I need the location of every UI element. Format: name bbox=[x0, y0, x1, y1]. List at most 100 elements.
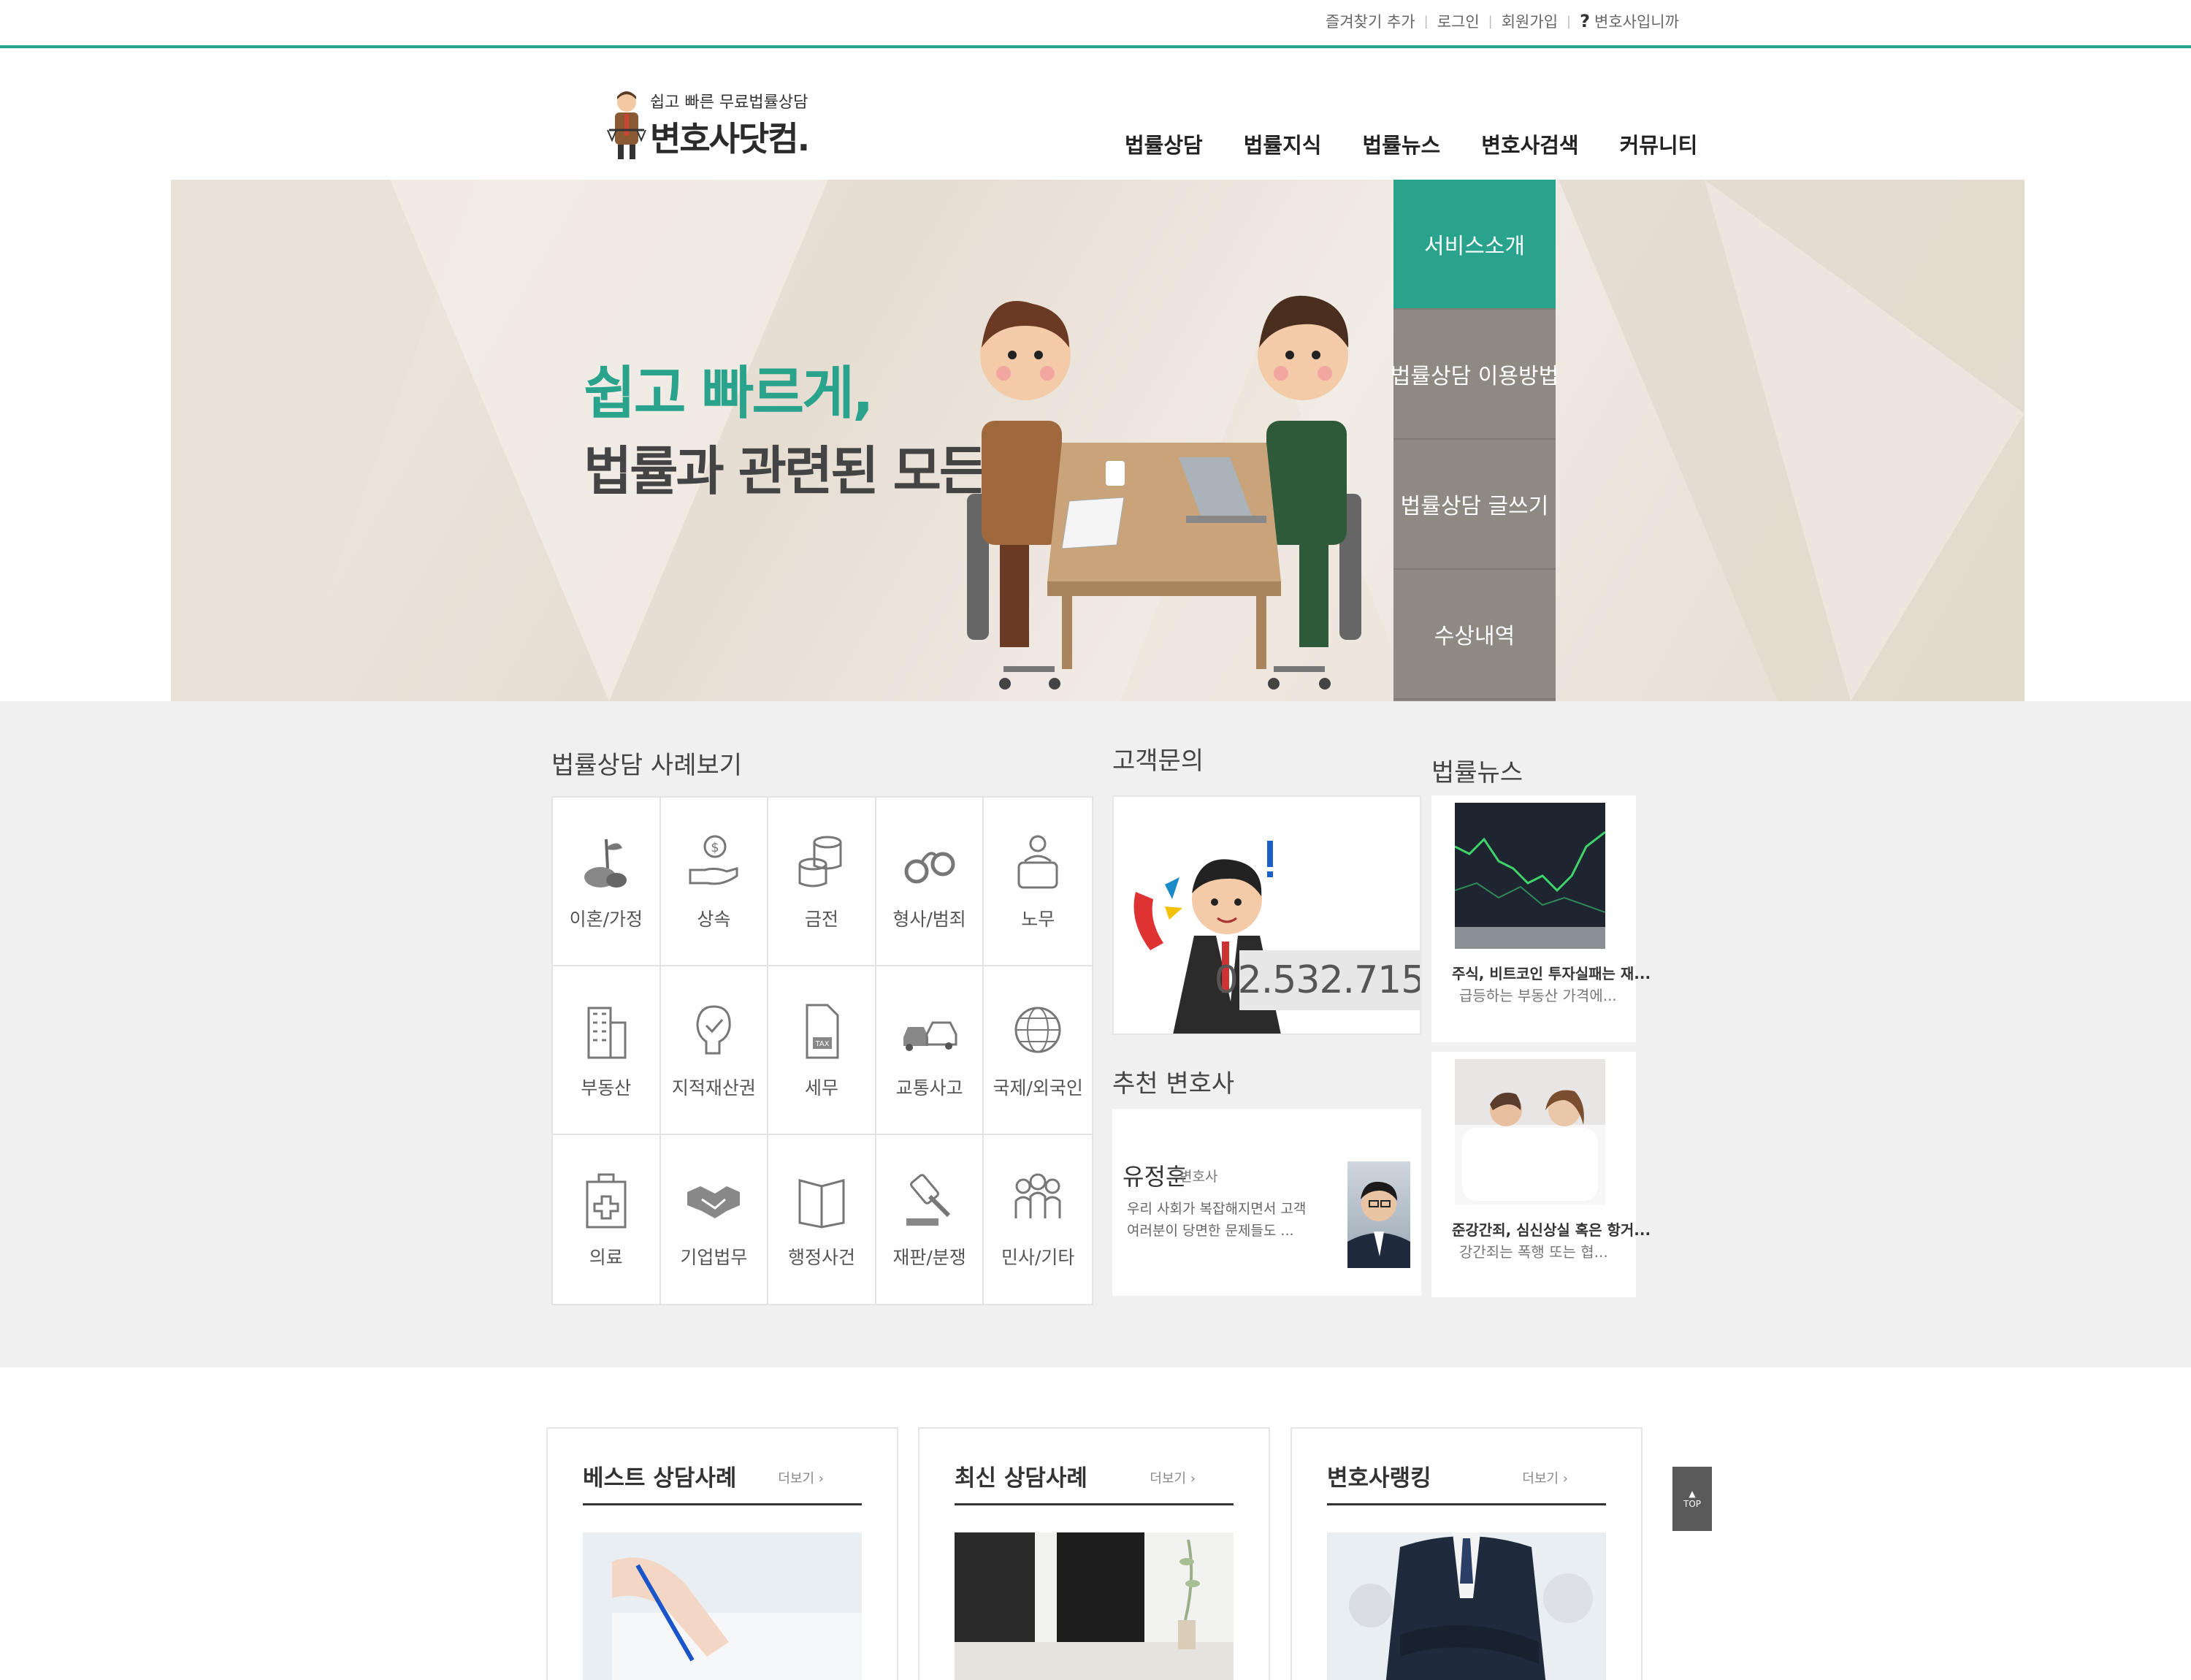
category-civil[interactable]: 민사/기타 bbox=[984, 1135, 1092, 1304]
top-label: TOP bbox=[1683, 1499, 1701, 1509]
handcuffs-icon bbox=[904, 851, 955, 883]
bookmark-link[interactable]: 즐겨찾기 추가 bbox=[1326, 10, 1415, 32]
nav-lawyer-search[interactable]: 변호사검색 bbox=[1481, 129, 1578, 159]
car-crash-icon bbox=[903, 1021, 957, 1051]
menu-awards[interactable]: 수상내역 bbox=[1393, 570, 1556, 700]
signup-link[interactable]: 회원가입 bbox=[1502, 10, 1558, 32]
news-snippet: 급등하는 부동산 가격에... bbox=[1459, 987, 1617, 1004]
category-international[interactable]: 국제/외국인 bbox=[984, 966, 1092, 1135]
nav-community[interactable]: 커뮤니티 bbox=[1620, 129, 1698, 159]
category-ip[interactable]: 지적재산권 bbox=[660, 966, 769, 1135]
category-label: 기업법무 bbox=[680, 1246, 748, 1268]
svg-text:$: $ bbox=[711, 840, 719, 855]
medical-icon bbox=[586, 1173, 627, 1228]
card-image[interactable] bbox=[1327, 1532, 1606, 1680]
tax-icon: TAX bbox=[806, 1004, 839, 1058]
news-headline: 준강간죄, 심신상실 혹은 항거... bbox=[1452, 1221, 1651, 1239]
category-divorce[interactable]: 이혼/가정 bbox=[553, 798, 661, 966]
category-label: 국제/외국인 bbox=[993, 1077, 1083, 1099]
divider bbox=[955, 1503, 1234, 1505]
news-title: 법률뉴스 bbox=[1431, 758, 1523, 787]
arrow-up-icon: ▲ bbox=[1689, 1489, 1696, 1499]
more-link[interactable]: 더보기 › bbox=[778, 1468, 824, 1487]
book-icon bbox=[798, 1178, 845, 1229]
news-item[interactable]: 주식, 비트코인 투자실패는 재... 급등하는 부동산 가격에... bbox=[1431, 795, 1651, 1042]
category-corporate[interactable]: 기업법무 bbox=[661, 1135, 769, 1304]
category-administrative[interactable]: 행정사건 bbox=[768, 1135, 876, 1304]
best-cases-card: 베스트 상담사례 더보기 › bbox=[546, 1427, 898, 1680]
lawyer-link[interactable]: 변호사입니까 bbox=[1594, 10, 1679, 32]
category-label: 부동산 bbox=[581, 1077, 632, 1099]
stock-chart-image bbox=[1455, 803, 1605, 949]
idea-icon bbox=[696, 1004, 731, 1054]
category-label: 재판/분쟁 bbox=[892, 1246, 966, 1268]
category-traffic[interactable]: 교통사고 bbox=[876, 966, 984, 1135]
card-title: 베스트 상담사례 bbox=[583, 1465, 737, 1492]
lawyer-role: 변호사 bbox=[1179, 1169, 1218, 1185]
divider: | bbox=[1488, 13, 1493, 29]
category-inheritance[interactable]: $ 상속 bbox=[660, 798, 769, 966]
nav-legal-consult[interactable]: 법률상담 bbox=[1125, 129, 1203, 159]
category-litigation[interactable]: 재판/분쟁 bbox=[876, 1135, 984, 1304]
card-image[interactable] bbox=[583, 1532, 862, 1680]
nav-legal-news[interactable]: 법률뉴스 bbox=[1362, 129, 1440, 159]
utility-bar: 즐겨찾기 추가 | 로그인 | 회원가입 | ? 변호사입니까 bbox=[0, 0, 2191, 48]
lawyer-description: 우리 사회가 복잡해지면서 고객 여러분이 당면한 문제들도 ... bbox=[1127, 1201, 1307, 1239]
lawyer-mascot-icon bbox=[607, 91, 646, 159]
category-label: 이혼/가정 bbox=[569, 908, 643, 930]
lawyer-photo bbox=[1347, 1161, 1410, 1268]
category-tax[interactable]: TAX 세무 bbox=[768, 966, 876, 1135]
inquiry-title: 고객문의 bbox=[1112, 747, 1204, 776]
menu-how-to-use[interactable]: 법률상담 이용방법 bbox=[1391, 310, 1559, 440]
category-medical[interactable]: 의료 bbox=[553, 1135, 661, 1304]
writing-hand-image bbox=[583, 1532, 862, 1680]
logo-tagline: 쉽고 빠른 무료법률상담 bbox=[650, 93, 808, 112]
category-real-estate[interactable]: 부동산 bbox=[553, 966, 661, 1135]
category-label: 형사/범죄 bbox=[892, 908, 966, 930]
consultation-illustration bbox=[967, 295, 1361, 690]
utility-links: 즐겨찾기 추가 | 로그인 | 회원가입 | ? 변호사입니까 bbox=[1326, 10, 1679, 32]
inheritance-icon: $ bbox=[689, 835, 738, 885]
category-label: 민사/기타 bbox=[1001, 1246, 1075, 1268]
category-label: 의료 bbox=[589, 1246, 623, 1268]
menu-write-consult[interactable]: 법률상담 글쓰기 bbox=[1393, 440, 1556, 570]
divider: | bbox=[1423, 13, 1429, 29]
scroll-top-button[interactable]: ▲ TOP bbox=[1672, 1467, 1712, 1531]
lawyer-ranking-card: 변호사랭킹 더보기 › bbox=[1290, 1427, 1643, 1680]
news-thumbnail bbox=[1455, 803, 1605, 949]
case-category-grid: 이혼/가정 $ 상속 금전 형사/범죄 노무 부동산 지적재산권 TAX 세무 … bbox=[551, 796, 1093, 1305]
category-label: 노무 bbox=[1021, 908, 1055, 930]
card-title: 최신 상담사례 bbox=[955, 1465, 1087, 1492]
latest-cases-card: 최신 상담사례 더보기 › bbox=[918, 1427, 1270, 1680]
menu-service-intro[interactable]: 서비스소개 bbox=[1393, 180, 1556, 310]
category-label: 지적재산권 bbox=[671, 1077, 756, 1099]
more-link[interactable]: 더보기 › bbox=[1150, 1468, 1196, 1487]
news-headline: 주식, 비트코인 투자실패는 재... bbox=[1452, 965, 1651, 982]
category-labor[interactable]: 노무 bbox=[984, 798, 1092, 966]
divider bbox=[583, 1503, 862, 1505]
more-link[interactable]: 더보기 › bbox=[1522, 1468, 1568, 1487]
building-icon bbox=[587, 1007, 627, 1058]
category-money[interactable]: 금전 bbox=[768, 798, 876, 966]
customer-inquiry-box[interactable]: 02.532.7151 bbox=[1112, 795, 1421, 1035]
site-logo[interactable]: 쉽고 빠른 무료법률상담 변호사닷컴. bbox=[606, 86, 810, 167]
divider bbox=[1327, 1503, 1606, 1505]
news-item[interactable]: 준강간죄, 심신상실 혹은 항거... 강간죄는 폭행 또는 협... bbox=[1431, 1052, 1651, 1297]
recommended-title: 추천 변호사 bbox=[1112, 1069, 1235, 1099]
office-desk-image bbox=[955, 1532, 1234, 1680]
logo-name: 변호사닷컴. bbox=[650, 119, 810, 159]
recommended-lawyer-card[interactable]: 유정훈 변호사 우리 사회가 복잡해지면서 고객 여러분이 당면한 문제들도 .… bbox=[1112, 1109, 1421, 1296]
phone-number[interactable]: 02.532.7151 bbox=[1215, 950, 1420, 1010]
hero-banner: 쉽고 빠르게, 법률과 관련된 모든것 서비스소개 법률상담 이용방법 법률상담… bbox=[171, 180, 2024, 701]
news-snippet: 강간죄는 폭행 또는 협... bbox=[1459, 1243, 1608, 1261]
globe-icon bbox=[1014, 1007, 1061, 1053]
nav-legal-knowledge[interactable]: 법률지식 bbox=[1244, 129, 1322, 159]
hero-side-menu: 서비스소개 법률상담 이용방법 법률상담 글쓰기 수상내역 bbox=[1391, 180, 1559, 701]
people-icon bbox=[1014, 1173, 1061, 1218]
question-icon: ? bbox=[1580, 11, 1591, 31]
login-link[interactable]: 로그인 bbox=[1437, 10, 1480, 32]
lawyer-name: 유정훈 bbox=[1123, 1163, 1188, 1191]
family-icon bbox=[584, 839, 627, 887]
card-image[interactable] bbox=[955, 1532, 1234, 1680]
category-criminal[interactable]: 형사/범죄 bbox=[876, 798, 984, 966]
